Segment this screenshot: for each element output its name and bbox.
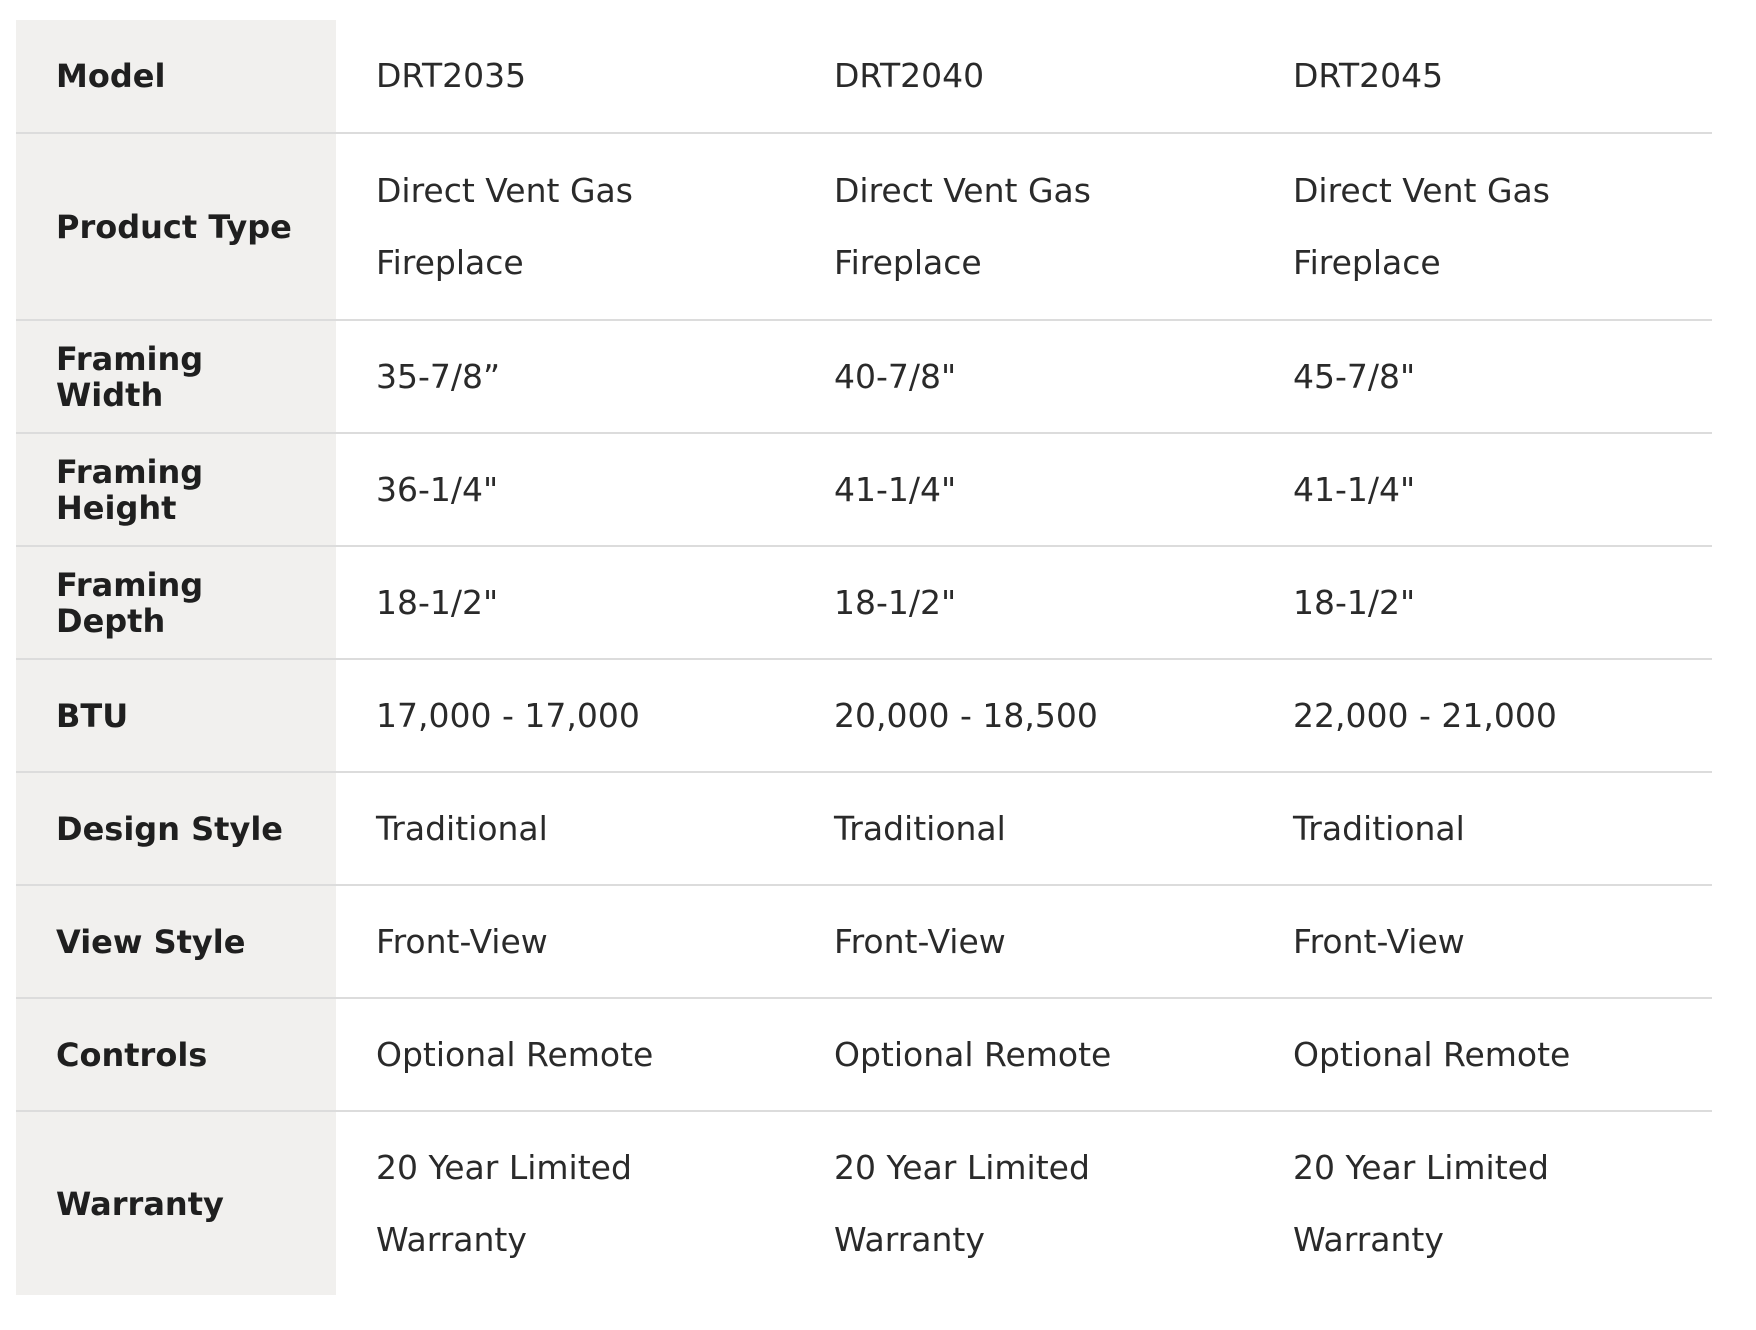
table-cell: 41-1/4": [794, 433, 1253, 547]
table-row-design-style: Design Style Traditional Traditional Tra…: [16, 772, 1712, 886]
table-cell: Traditional: [1253, 772, 1712, 886]
table-cell: DRT2035: [336, 20, 794, 134]
table-cell: Front-View: [1253, 885, 1712, 999]
table-row-btu: BTU 17,000 - 17,000 20,000 - 18,500 22,0…: [16, 659, 1712, 773]
table-cell: Optional Remote: [794, 998, 1253, 1112]
table-cell: 20 Year Limited Warranty: [376, 1147, 632, 1259]
table-cell: Front-View: [336, 885, 794, 999]
row-label: Model: [16, 20, 336, 134]
row-label: Design Style: [16, 772, 336, 886]
table-cell: 20,000 - 18,500: [794, 659, 1253, 773]
table-row-framing-depth: Framing Depth 18-1/2" 18-1/2" 18-1/2": [16, 546, 1712, 660]
table-cell: Traditional: [794, 772, 1253, 886]
table-cell: 35-7/8”: [336, 320, 794, 434]
table-row-warranty: Warranty 20 Year Limited Warranty 20 Yea…: [16, 1111, 1712, 1295]
table-cell: 36-1/4": [336, 433, 794, 547]
table-cell: 45-7/8": [1253, 320, 1712, 434]
table-cell: 18-1/2": [794, 546, 1253, 660]
table-cell: Direct Vent Gas Fireplace: [794, 133, 1253, 321]
table-row-framing-width: Framing Width 35-7/8” 40-7/8" 45-7/8": [16, 320, 1712, 434]
table-row-product-type: Product Type Direct Vent Gas Fireplace D…: [16, 133, 1712, 321]
table-cell: 22,000 - 21,000: [1253, 659, 1712, 773]
row-label: Controls: [16, 998, 336, 1112]
table-cell: DRT2040: [794, 20, 1253, 134]
table-cell: Direct Vent Gas Fireplace: [336, 133, 794, 321]
table-cell: 20 Year Limited Warranty: [1293, 1147, 1549, 1259]
table-cell: DRT2045: [1253, 20, 1712, 134]
table-cell: Optional Remote: [1253, 998, 1712, 1112]
row-label: Warranty: [16, 1111, 336, 1295]
row-label: View Style: [16, 885, 336, 999]
table-cell: 40-7/8": [794, 320, 1253, 434]
table-cell: Optional Remote: [336, 998, 794, 1112]
table-row-model: Model DRT2035 DRT2040 DRT2045: [16, 20, 1712, 134]
row-label: Product Type: [16, 133, 336, 321]
table-cell: Traditional: [336, 772, 794, 886]
table-row-controls: Controls Optional Remote Optional Remote…: [16, 998, 1712, 1112]
table-cell: 20 Year Limited Warranty: [834, 1147, 1090, 1259]
table-cell: Front-View: [794, 885, 1253, 999]
table-cell: 17,000 - 17,000: [336, 659, 794, 773]
row-label: Framing Width: [16, 320, 336, 434]
table-row-framing-height: Framing Height 36-1/4" 41-1/4" 41-1/4": [16, 433, 1712, 547]
table-cell: 18-1/2": [1253, 546, 1712, 660]
row-label: Framing Depth: [16, 546, 336, 660]
table-row-view-style: View Style Front-View Front-View Front-V…: [16, 885, 1712, 999]
row-label: BTU: [16, 659, 336, 773]
table-cell: 41-1/4": [1253, 433, 1712, 547]
table-cell: Direct Vent Gas Fireplace: [1253, 133, 1712, 321]
spec-comparison-table: Model DRT2035 DRT2040 DRT2045 Product Ty…: [16, 20, 1712, 1295]
row-label: Framing Height: [16, 433, 336, 547]
table-cell: 18-1/2": [336, 546, 794, 660]
